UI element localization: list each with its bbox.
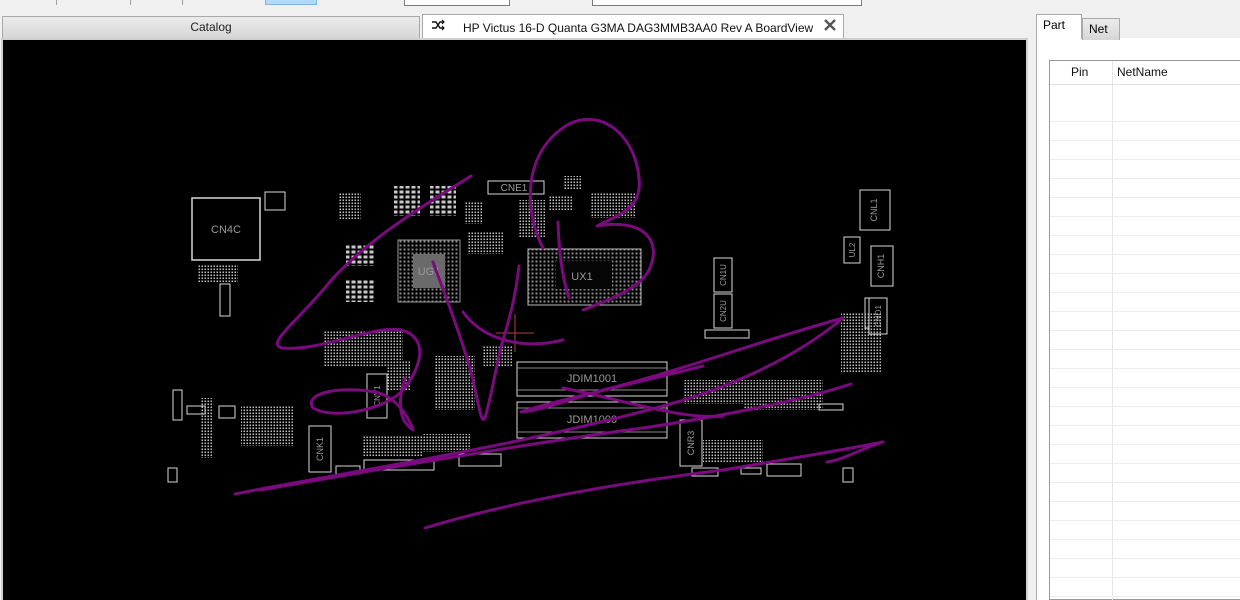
table-row[interactable] bbox=[1050, 103, 1240, 122]
label-cnl1: CNL1 bbox=[869, 198, 879, 221]
component-cn4c[interactable]: CN4C bbox=[191, 191, 286, 317]
board-drawing: CN4C UG1 CNE1 UX1 JDIM1001 JDIM1000 CNL1… bbox=[167, 118, 894, 530]
toolbar-search-field[interactable] bbox=[592, 0, 862, 6]
table-row[interactable] bbox=[1050, 160, 1240, 179]
table-row[interactable] bbox=[1050, 179, 1240, 198]
toolbar-separator bbox=[56, 0, 57, 5]
table-row[interactable] bbox=[1050, 198, 1240, 217]
label-cn2u: CN2U bbox=[719, 300, 728, 322]
component-cnk1[interactable]: CNK1 bbox=[308, 425, 332, 473]
label-cn1u: CN1U bbox=[719, 264, 728, 286]
grid-header: Pin NetName bbox=[1050, 61, 1240, 85]
column-header-pin[interactable]: Pin bbox=[1071, 65, 1088, 79]
component-cnh1[interactable]: CNH1 bbox=[870, 245, 894, 287]
annotation-scribbles bbox=[233, 118, 885, 530]
table-row[interactable] bbox=[1050, 559, 1240, 578]
tab-net-label: Net bbox=[1089, 22, 1108, 36]
component-cnl1[interactable]: CNL1 bbox=[859, 189, 891, 231]
table-row[interactable] bbox=[1050, 350, 1240, 369]
component-cn1u[interactable]: CN1U bbox=[713, 257, 733, 293]
label-ul2: UL2 bbox=[848, 242, 857, 257]
board-canvas[interactable]: CN4C UG1 CNE1 UX1 JDIM1001 JDIM1000 CNL1… bbox=[3, 40, 1026, 600]
label-cne1: CNE1 bbox=[501, 183, 528, 194]
table-row[interactable] bbox=[1050, 464, 1240, 483]
component-ug1[interactable]: UG1 bbox=[397, 239, 461, 303]
pin-icon[interactable] bbox=[431, 18, 445, 32]
table-row[interactable] bbox=[1050, 388, 1240, 407]
table-row[interactable] bbox=[1050, 502, 1240, 521]
tab-part[interactable]: Part bbox=[1036, 14, 1082, 39]
tab-boardview-label: HP Victus 16-D Quanta G3MA DAG3MMB3AA0 R… bbox=[463, 21, 814, 35]
grid-rows bbox=[1050, 103, 1240, 597]
table-row[interactable] bbox=[1050, 217, 1240, 236]
toolbar-active-button[interactable] bbox=[265, 0, 317, 5]
right-panel: Pin NetName Part Net bbox=[1034, 14, 1240, 600]
pin-grid[interactable]: Pin NetName bbox=[1049, 60, 1240, 600]
table-row[interactable] bbox=[1050, 483, 1240, 502]
component-cne1[interactable]: CNE1 bbox=[487, 176, 635, 238]
label-cnr3: CNR3 bbox=[686, 431, 696, 456]
label-cnk1: CNK1 bbox=[315, 437, 325, 461]
close-icon[interactable] bbox=[823, 18, 837, 32]
table-row[interactable] bbox=[1050, 274, 1240, 293]
tab-catalog-label: Catalog bbox=[190, 20, 232, 34]
table-row[interactable] bbox=[1050, 407, 1240, 426]
toolbar-separator bbox=[130, 0, 131, 5]
component-ul2[interactable]: UL2 bbox=[843, 236, 861, 264]
tab-boardview[interactable]: HP Victus 16-D Quanta G3MA DAG3MMB3AA0 R… bbox=[422, 14, 844, 39]
component-cnr3[interactable]: CNR3 bbox=[679, 419, 703, 467]
table-row[interactable] bbox=[1050, 122, 1240, 141]
tab-part-label: Part bbox=[1043, 18, 1066, 32]
table-row[interactable] bbox=[1050, 521, 1240, 540]
boardviewer-window: Catalog HP Victus 16-D Quanta G3MA DAG3M… bbox=[0, 0, 1240, 600]
table-row[interactable] bbox=[1050, 141, 1240, 160]
table-row[interactable] bbox=[1050, 426, 1240, 445]
table-row[interactable] bbox=[1050, 312, 1240, 331]
table-row[interactable] bbox=[1050, 236, 1240, 255]
label-cn4c: CN4C bbox=[211, 224, 241, 236]
column-header-netname[interactable]: NetName bbox=[1117, 65, 1168, 79]
table-row[interactable] bbox=[1050, 540, 1240, 559]
table-row[interactable] bbox=[1050, 293, 1240, 312]
toolbar-strip bbox=[0, 0, 1240, 6]
tab-net[interactable]: Net bbox=[1082, 18, 1120, 40]
toolbar-separator bbox=[182, 0, 183, 5]
toolbar-field[interactable] bbox=[404, 0, 510, 6]
table-row[interactable] bbox=[1050, 255, 1240, 274]
table-row[interactable] bbox=[1050, 445, 1240, 464]
label-ux1: UX1 bbox=[571, 271, 592, 283]
component-cn2u[interactable]: CN2U bbox=[704, 293, 750, 339]
right-panel-body: Pin NetName bbox=[1036, 38, 1240, 600]
component-ux1[interactable]: UX1 bbox=[527, 248, 642, 306]
label-jdim1001: JDIM1001 bbox=[567, 373, 617, 385]
table-row[interactable] bbox=[1050, 331, 1240, 350]
table-row[interactable] bbox=[1050, 369, 1240, 388]
table-row[interactable] bbox=[1050, 578, 1240, 597]
tab-catalog[interactable]: Catalog bbox=[2, 16, 420, 38]
label-cnh1: CNH1 bbox=[876, 254, 886, 279]
